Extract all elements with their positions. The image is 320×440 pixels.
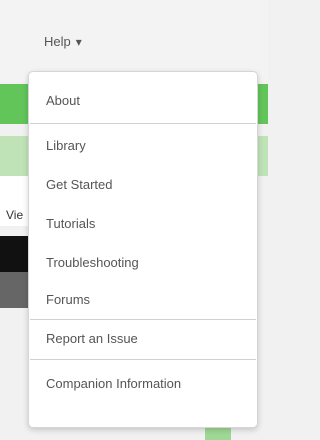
menu-item-report-issue[interactable]: Report an Issue xyxy=(46,331,138,346)
menu-item-library[interactable]: Library xyxy=(46,138,86,153)
background-gray-tile xyxy=(0,272,28,308)
menu-divider xyxy=(30,319,256,320)
menu-divider xyxy=(30,123,256,124)
menu-item-forums[interactable]: Forums xyxy=(46,292,90,307)
menu-item-get-started[interactable]: Get Started xyxy=(46,177,112,192)
menu-item-tutorials[interactable]: Tutorials xyxy=(46,216,95,231)
menu-item-about[interactable]: About xyxy=(46,93,80,108)
background-dark-tile xyxy=(0,236,28,272)
menu-bar: Help ▾ xyxy=(0,0,268,82)
menu-item-troubleshooting[interactable]: Troubleshooting xyxy=(46,255,139,270)
chevron-down-icon: ▾ xyxy=(75,35,82,49)
menu-divider xyxy=(30,359,256,360)
help-menu-trigger[interactable]: Help ▾ xyxy=(44,34,82,49)
help-dropdown-menu: About Library Get Started Tutorials Trou… xyxy=(28,71,258,428)
menu-item-companion-information[interactable]: Companion Information xyxy=(46,376,181,391)
help-menu-label: Help xyxy=(44,34,71,49)
background-partial-text: Vie xyxy=(6,208,24,222)
